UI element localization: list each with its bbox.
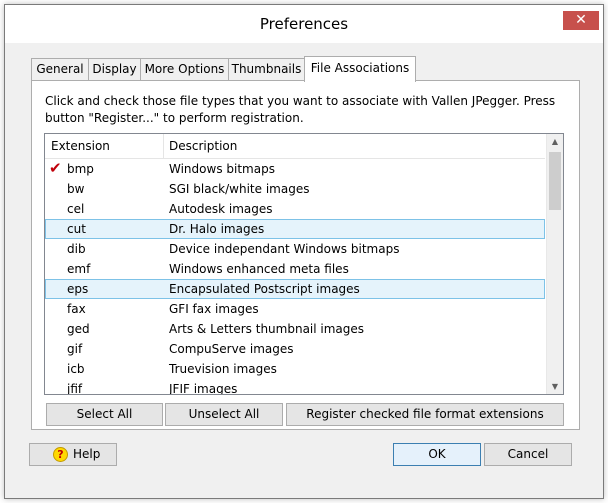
extension-cell: cel <box>67 202 85 216</box>
list-item[interactable]: ged Arts & Letters thumbnail images <box>45 319 545 339</box>
instructions-line-1: Click and check those file types that yo… <box>45 94 556 108</box>
list-item[interactable]: emf Windows enhanced meta files <box>45 259 545 279</box>
extension-cell: emf <box>67 262 91 276</box>
instructions-text: Click and check those file types that yo… <box>45 93 565 127</box>
title-bar: Preferences ✕ <box>5 5 603 43</box>
extension-cell: eps <box>67 282 89 296</box>
extension-cell: jfif <box>67 382 83 395</box>
preferences-dialog: Preferences ✕ General Display More Optio… <box>4 4 604 499</box>
description-cell: CompuServe images <box>169 342 294 356</box>
description-cell: JFIF images <box>169 382 238 395</box>
file-associations-panel: Click and check those file types that yo… <box>31 80 580 430</box>
description-cell: Dr. Halo images <box>169 222 265 236</box>
register-button[interactable]: Register checked file format extensions <box>286 403 564 426</box>
description-cell: Truevision images <box>169 362 277 376</box>
cancel-button[interactable]: Cancel <box>484 443 572 466</box>
tab-file-associations[interactable]: File Associations <box>304 56 416 82</box>
select-all-button[interactable]: Select All <box>46 403 163 426</box>
ok-button[interactable]: OK <box>393 443 481 466</box>
tab-display[interactable]: Display <box>88 58 141 80</box>
close-button[interactable]: ✕ <box>563 11 599 30</box>
column-separator[interactable] <box>163 134 164 158</box>
extension-cell: gif <box>67 342 83 356</box>
extension-cell: dib <box>67 242 86 256</box>
help-icon: ? <box>53 447 68 462</box>
list-item[interactable]: cel Autodesk images <box>45 199 545 219</box>
description-cell: GFI fax images <box>169 302 259 316</box>
column-header-description[interactable]: Description <box>169 139 237 153</box>
close-icon: ✕ <box>575 12 587 28</box>
list-item[interactable]: fax GFI fax images <box>45 299 545 319</box>
extension-cell: cut <box>67 222 86 236</box>
help-button[interactable]: ? Help <box>29 443 117 466</box>
extension-cell: ged <box>67 322 90 336</box>
list-item[interactable]: eps Encapsulated Postscript images <box>45 279 545 299</box>
description-cell: Arts & Letters thumbnail images <box>169 322 365 336</box>
vertical-scrollbar[interactable]: ▲ ▼ <box>546 134 563 394</box>
column-header-extension[interactable]: Extension <box>51 139 110 153</box>
scroll-down-arrow-icon[interactable]: ▼ <box>550 382 560 391</box>
extension-cell: fax <box>67 302 86 316</box>
list-item[interactable]: bw SGI black/white images <box>45 179 545 199</box>
window-title: Preferences <box>259 15 349 33</box>
list-item[interactable]: cut Dr. Halo images <box>45 219 545 239</box>
description-cell: Windows enhanced meta files <box>169 262 349 276</box>
list-header: Extension Description <box>45 134 545 159</box>
description-cell: Windows bitmaps <box>169 162 275 176</box>
extension-cell: bmp <box>67 162 94 176</box>
scrollbar-thumb[interactable] <box>549 152 561 210</box>
extension-cell: icb <box>67 362 85 376</box>
tab-more-options[interactable]: More Options <box>140 58 229 80</box>
file-type-list[interactable]: Extension Description ✔ bmp Windows bitm… <box>44 133 564 395</box>
tab-general[interactable]: General <box>31 58 89 80</box>
unselect-all-button[interactable]: Unselect All <box>165 403 283 426</box>
instructions-line-2: button "Register..." to perform registra… <box>45 111 304 125</box>
checkmark-icon[interactable]: ✔ <box>49 160 62 176</box>
description-cell: Encapsulated Postscript images <box>169 282 360 296</box>
list-item[interactable]: gif CompuServe images <box>45 339 545 359</box>
description-cell: Device independant Windows bitmaps <box>169 242 400 256</box>
scroll-up-arrow-icon[interactable]: ▲ <box>550 137 560 146</box>
description-cell: SGI black/white images <box>169 182 310 196</box>
list-item[interactable]: icb Truevision images <box>45 359 545 379</box>
list-item[interactable]: ✔ bmp Windows bitmaps <box>45 159 545 179</box>
list-item[interactable]: dib Device independant Windows bitmaps <box>45 239 545 259</box>
description-cell: Autodesk images <box>169 202 273 216</box>
tab-thumbnails[interactable]: Thumbnails <box>228 58 305 80</box>
extension-cell: bw <box>67 182 85 196</box>
list-item[interactable]: jfif JFIF images <box>45 379 545 395</box>
help-label: Help <box>73 447 101 461</box>
